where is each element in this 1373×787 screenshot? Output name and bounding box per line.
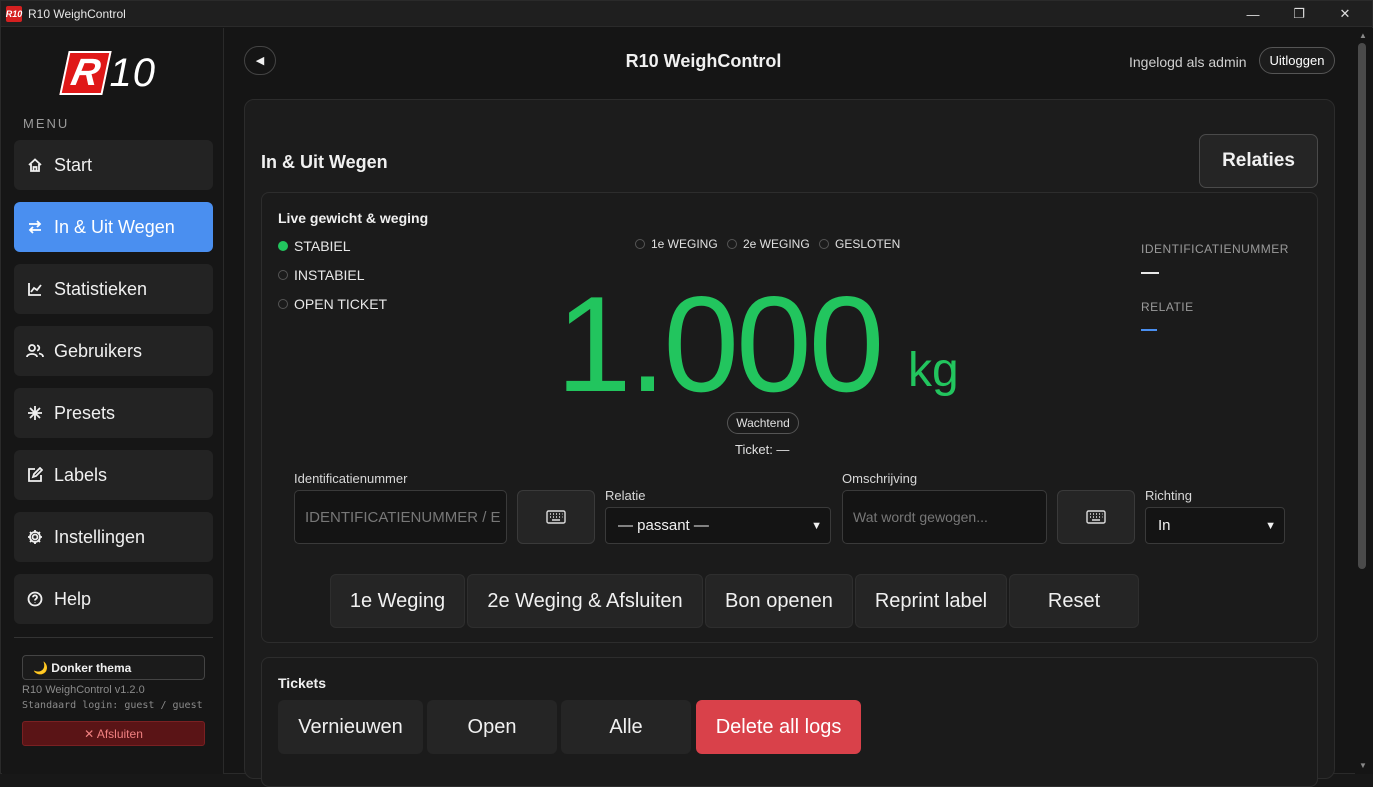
title-bar: R10 R10 WeighControl — ❐ ✕: [1, 1, 1372, 27]
reprint-label-button[interactable]: Reprint label: [855, 574, 1007, 628]
quit-button[interactable]: ✕ Afsluiten: [22, 721, 205, 746]
keyboard-icon: [546, 510, 566, 524]
scroll-up-icon[interactable]: ▲: [1358, 31, 1368, 40]
sidebar-divider: [14, 637, 213, 638]
scroll-down-icon[interactable]: ▼: [1358, 761, 1368, 770]
keyboard-button[interactable]: [517, 490, 595, 544]
sidebar-item-label: Labels: [54, 464, 108, 485]
delete-all-logs-button[interactable]: Delete all logs: [696, 700, 861, 754]
sidebar-item-label: In & Uit Wegen: [54, 216, 175, 237]
second-weighing-close-button[interactable]: 2e Weging & Afsluiten: [467, 574, 703, 628]
phase-2e-weging: 2e WEGING: [727, 237, 810, 251]
sidebar-item-in-uit-wegen[interactable]: In & Uit Wegen: [14, 202, 213, 252]
sidebar-item-presets[interactable]: Presets: [14, 388, 213, 438]
richting-field-label: Richting: [1145, 488, 1192, 503]
id-input[interactable]: IDENTIFICATIENUMMER / E: [294, 490, 507, 544]
richting-select[interactable]: In ▼: [1145, 507, 1285, 544]
reset-button[interactable]: Reset: [1009, 574, 1139, 628]
relatie-summary-value: [1141, 329, 1157, 331]
logout-button[interactable]: Uitloggen: [1259, 47, 1335, 74]
open-filter-button[interactable]: Open: [427, 700, 557, 754]
omschrijving-field-label: Omschrijving: [842, 471, 918, 486]
sidebar-item-instellingen[interactable]: Instellingen: [14, 512, 213, 562]
logged-in-text: Ingelogd als admin: [1129, 54, 1247, 70]
chevron-down-icon: ▼: [1265, 519, 1276, 532]
status-dot-icon: [278, 241, 288, 251]
weight-unit: kg: [908, 344, 959, 397]
maximize-button[interactable]: ❐: [1276, 1, 1322, 27]
ticket-text: Ticket: —: [735, 442, 790, 457]
sidebar-item-help[interactable]: Help: [14, 574, 213, 624]
gear-icon: [26, 528, 44, 546]
tickets-title: Tickets: [278, 675, 326, 691]
sidebar-item-label: Start: [54, 154, 93, 175]
chevron-down-icon: ▼: [811, 519, 822, 532]
sidebar-item-label: Help: [54, 588, 92, 609]
window-title: R10 WeighControl: [28, 6, 126, 21]
phase-gesloten: GESLOTEN: [819, 237, 900, 251]
keyboard-icon: [1086, 510, 1106, 524]
status-stabiel: STABIEL: [278, 238, 351, 254]
sidebar-item-statistieken[interactable]: Statistieken: [14, 264, 213, 314]
section-title: In & Uit Wegen: [261, 152, 388, 172]
theme-toggle-button[interactable]: 🌙 Donker thema: [22, 655, 205, 680]
relaties-button[interactable]: Relaties: [1199, 134, 1318, 188]
minimize-button[interactable]: —: [1230, 1, 1276, 27]
sidebar-item-label: Statistieken: [54, 278, 148, 299]
status-open-ticket: OPEN TICKET: [278, 296, 387, 312]
back-button[interactable]: ◀: [244, 46, 276, 75]
users-icon: [26, 342, 44, 360]
id-summary-value: [1141, 272, 1159, 274]
open-receipt-button[interactable]: Bon openen: [705, 574, 853, 628]
brand-logo: R 10: [59, 50, 156, 96]
phase-dot-icon: [635, 239, 645, 249]
all-filter-button[interactable]: Alle: [561, 700, 691, 754]
help-icon: [26, 590, 44, 608]
status-instabiel: INSTABIEL: [278, 267, 365, 283]
sidebar-item-labels[interactable]: Labels: [14, 450, 213, 500]
close-button[interactable]: ✕: [1322, 1, 1368, 27]
version-text: R10 WeighControl v1.2.0: [22, 684, 145, 696]
relatie-summary-label: RELATIE: [1141, 300, 1194, 314]
first-weighing-button[interactable]: 1e Weging: [330, 574, 465, 628]
app-window: R10 R10 WeighControl — ❐ ✕ R 10 MENU Sta…: [0, 0, 1373, 787]
relatie-field-label: Relatie: [605, 488, 646, 503]
live-weight-title: Live gewicht & weging: [278, 210, 429, 226]
sidebar-item-gebruikers[interactable]: Gebruikers: [14, 326, 213, 376]
id-field-label: Identificatienummer: [294, 471, 408, 486]
asterisk-icon: [26, 404, 44, 422]
page-title: R10 WeighControl: [625, 51, 782, 71]
scrollbar-thumb[interactable]: [1358, 43, 1366, 569]
phase-dot-icon: [819, 239, 829, 249]
sidebar-item-label: Gebruikers: [54, 340, 143, 361]
sidebar-item-start[interactable]: Start: [14, 140, 213, 190]
refresh-button[interactable]: Vernieuwen: [278, 700, 423, 754]
chart-icon: [26, 280, 44, 298]
menu-label: MENU: [23, 116, 70, 131]
edit-icon: [26, 466, 44, 484]
relatie-select[interactable]: — passant — ▼: [605, 507, 831, 544]
keyboard-button-2[interactable]: [1057, 490, 1135, 544]
status-badge: Wachtend: [727, 412, 799, 434]
phase-1e-weging: 1e WEGING: [635, 237, 718, 251]
phase-dot-icon: [727, 239, 737, 249]
status-dot-icon: [278, 299, 288, 309]
login-hint: Standaard login: guest / guest: [22, 700, 203, 711]
weight-display: 1.000: [556, 268, 884, 420]
app-logo-icon: R10: [6, 5, 22, 22]
home-icon: [26, 156, 44, 174]
swap-icon: [26, 218, 44, 236]
sidebar-item-label: Presets: [54, 402, 116, 423]
sidebar-item-label: Instellingen: [54, 526, 146, 547]
status-dot-icon: [278, 270, 288, 280]
id-summary-label: IDENTIFICATIENUMMER: [1141, 242, 1289, 256]
sidebar: R 10 MENU Start In & Uit Wegen Statistie…: [2, 28, 224, 774]
omschrijving-input[interactable]: Wat wordt gewogen...: [842, 490, 1047, 544]
